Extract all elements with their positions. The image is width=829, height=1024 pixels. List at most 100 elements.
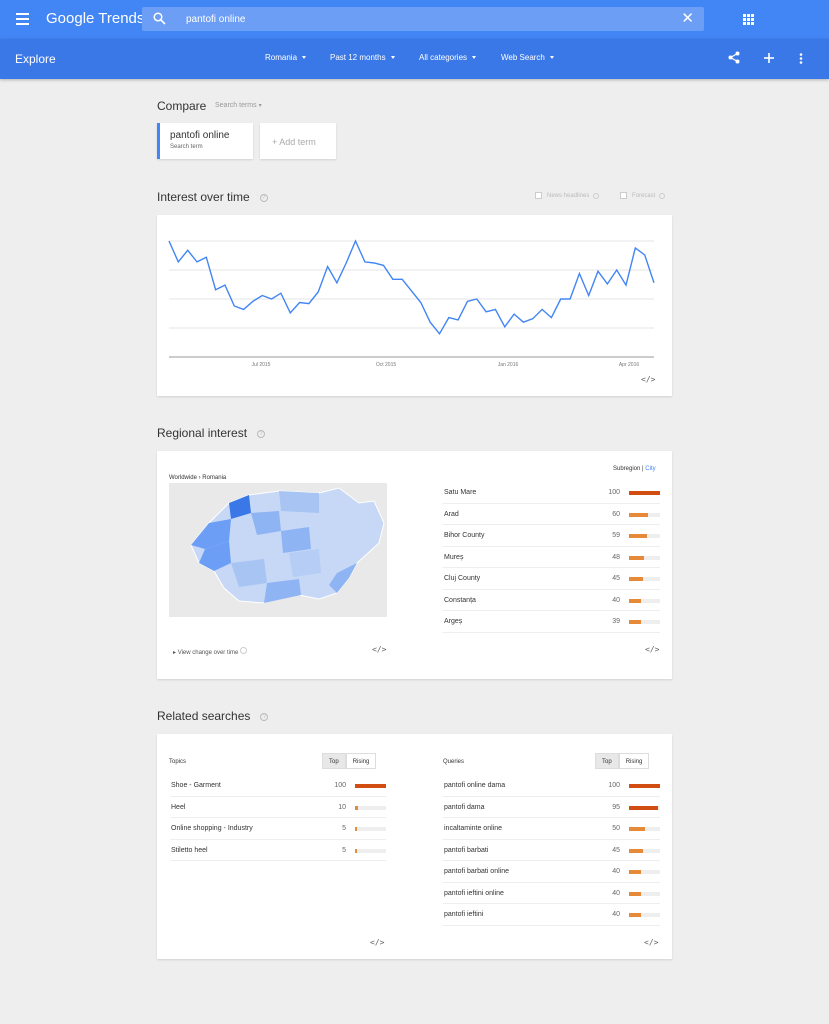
add-icon[interactable] [764, 53, 774, 63]
add-term-button[interactable]: + Add term [260, 123, 336, 159]
query-row[interactable]: pantofi online dama 100 [443, 775, 660, 797]
row-name: pantofi barbati [444, 846, 489, 854]
google-trends-logo[interactable]: Google Trends [46, 10, 144, 27]
more-vert-icon[interactable] [799, 53, 803, 64]
row-name: Stiletto heel [171, 846, 208, 854]
forecast-option[interactable]: Forecast [620, 192, 666, 199]
help-icon[interactable]: ? [260, 712, 269, 721]
region-row[interactable]: Satu Mare 100 [443, 482, 660, 504]
row-bar-fill [629, 491, 660, 495]
row-bar-fill [355, 827, 357, 831]
row-value: 100 [608, 489, 620, 496]
row-value: 45 [612, 575, 620, 582]
region-row[interactable]: Constanța 40 [443, 590, 660, 611]
city-toggle[interactable]: City [645, 466, 655, 472]
region-row[interactable]: Cluj County 45 [443, 568, 660, 590]
topics-list: Shoe - Garment 100 Heel 10 Online shopping -… [170, 775, 386, 861]
topics-tabs: Top Rising [322, 753, 377, 769]
checkbox-icon[interactable] [620, 192, 627, 199]
series-line-pantofi-online[interactable] [168, 239, 655, 336]
row-name: Heel [171, 803, 186, 811]
row-bar [629, 913, 660, 917]
help-icon[interactable]: ? [257, 429, 266, 438]
topic-row[interactable]: Shoe - Garment 100 [170, 775, 386, 797]
resolution-toggle: Subregion | City [613, 466, 656, 472]
row-value: 40 [612, 911, 620, 918]
help-icon[interactable] [659, 192, 666, 199]
chevron-down-icon [302, 56, 307, 60]
app-header: Google Trends ✕ [0, 0, 829, 39]
row-name: Cluj County [444, 575, 481, 582]
row-bar [355, 784, 386, 788]
search-input[interactable] [186, 11, 666, 27]
row-bar [629, 827, 660, 831]
query-row[interactable]: incaltaminte online 50 [443, 818, 660, 840]
embed-code-icon[interactable]: </> [372, 645, 386, 654]
map-svg [190, 487, 385, 604]
query-row[interactable]: pantofi barbati 45 [443, 840, 660, 861]
topic-row[interactable]: Stiletto heel 5 [170, 840, 386, 861]
row-bar-fill [629, 827, 645, 831]
row-bar-fill [355, 805, 359, 810]
row-name: Mureș [444, 553, 464, 561]
tab-top[interactable]: Top [595, 753, 619, 769]
embed-code-icon[interactable]: </> [644, 938, 658, 947]
row-name: Argeș [444, 618, 463, 625]
term-type: Search term [170, 144, 203, 150]
news-headlines-option[interactable]: News headlines [535, 192, 600, 199]
row-bar [629, 534, 660, 538]
view-change-over-time-link[interactable]: ▸ View change over time [173, 647, 247, 656]
row-bar-fill [355, 784, 386, 788]
region-row[interactable]: Bihor County 59 [443, 525, 660, 547]
embed-code-icon[interactable]: </> [370, 938, 384, 947]
row-value: 40 [612, 889, 620, 897]
query-row[interactable]: pantofi dama 95 [443, 797, 660, 818]
chevron-down-icon [390, 56, 395, 60]
row-name: pantofi online dama [444, 782, 506, 789]
region-row[interactable]: Argeș 39 [443, 611, 660, 633]
row-name: Online shopping - Industry [171, 825, 253, 832]
breadcrumb[interactable]: Worldwide › Romania [169, 475, 226, 481]
topic-row[interactable]: Heel 10 [170, 797, 386, 818]
share-icon[interactable] [728, 51, 740, 64]
query-row[interactable]: pantofi ieftini 40 [443, 904, 660, 926]
region-row[interactable]: Mureș 48 [443, 547, 660, 568]
close-icon[interactable]: ✕ [681, 10, 694, 27]
row-bar-fill [629, 598, 642, 603]
topic-row[interactable]: Online shopping - Industry 5 [170, 818, 386, 840]
search-type-filter[interactable]: Web Search [501, 53, 554, 62]
row-bar-fill [629, 555, 644, 560]
row-value: 48 [612, 553, 620, 561]
help-icon[interactable]: ? [259, 193, 268, 202]
interest-chart-card: Jul 2015 Oct 2015 Jan 2016 Apr 2016 </> [157, 215, 672, 396]
romania-map[interactable] [169, 483, 387, 617]
related-searches-heading: Related searches? [157, 709, 269, 723]
region-row[interactable]: Arad 60 [443, 504, 660, 525]
help-icon[interactable] [593, 192, 600, 199]
tab-rising[interactable]: Rising [618, 753, 650, 769]
time-filter[interactable]: Past 12 months [330, 53, 395, 62]
query-row[interactable]: pantofi ieftini online 40 [443, 883, 660, 904]
row-value: 95 [612, 803, 620, 811]
row-value: 50 [612, 825, 620, 832]
region-filter[interactable]: Romania [265, 53, 307, 62]
subregion-toggle[interactable]: Subregion [613, 466, 640, 472]
query-row[interactable]: pantofi barbati online 40 [443, 861, 660, 883]
embed-code-icon[interactable]: </> [641, 375, 655, 384]
tab-rising[interactable]: Rising [345, 753, 377, 769]
category-filter[interactable]: All categories [419, 53, 477, 62]
help-icon[interactable] [239, 647, 247, 654]
row-bar [629, 491, 660, 495]
search-terms-dropdown[interactable]: Search terms ▾ [215, 102, 262, 109]
embed-code-icon[interactable]: </> [645, 645, 659, 654]
apps-grid-icon[interactable] [743, 14, 754, 25]
queries-list: pantofi online dama 100 pantofi dama 95 inca… [443, 775, 660, 926]
checkbox-icon[interactable] [535, 192, 542, 199]
search-icon[interactable] [153, 12, 166, 25]
row-bar [629, 848, 660, 853]
term-card[interactable]: pantofi online Search term [157, 123, 253, 159]
tab-top[interactable]: Top [322, 753, 346, 769]
menu-icon[interactable] [16, 13, 29, 25]
row-bar-fill [629, 620, 642, 624]
row-bar-fill [629, 891, 642, 896]
